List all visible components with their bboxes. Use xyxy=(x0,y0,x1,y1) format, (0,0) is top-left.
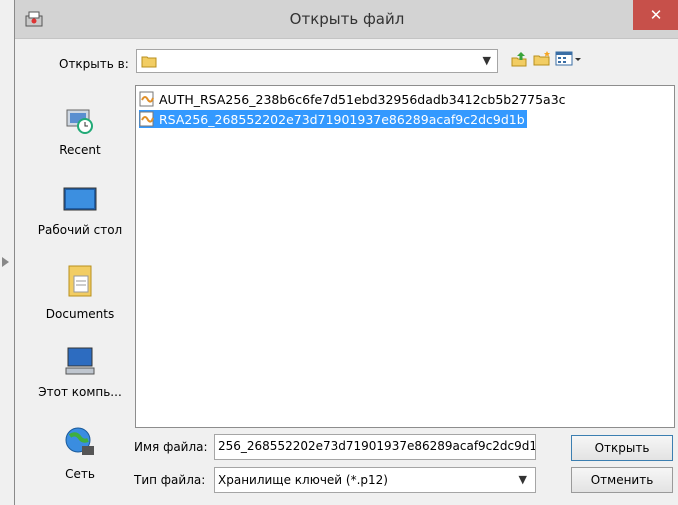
file-list[interactable]: AUTH_RSA256_238b6c6fe7d51ebd32956dadb341… xyxy=(135,85,675,428)
splitter-arrow xyxy=(2,257,9,267)
file-list-item[interactable]: AUTH_RSA256_238b6c6fe7d51ebd32956dadb341… xyxy=(139,90,568,108)
look-in-label: Открыть в: xyxy=(59,57,129,71)
sidebar-item-network[interactable]: Сеть xyxy=(25,424,135,481)
network-icon xyxy=(65,427,94,455)
file-type-value: Хранилище ключей (*.p12) xyxy=(218,473,388,487)
desktop-icon xyxy=(63,187,97,211)
sidebar-item-label: Сеть xyxy=(65,467,95,481)
chevron-down-icon[interactable]: ▼ xyxy=(519,473,527,486)
new-folder-icon[interactable] xyxy=(531,50,553,72)
computer-icon xyxy=(65,347,95,375)
cancel-button[interactable]: Отменить xyxy=(571,467,673,493)
up-arrow-icon xyxy=(511,52,527,67)
certificate-file-icon xyxy=(139,111,154,127)
places-sidebar: Recent Рабочий стол Documents Этот компь… xyxy=(25,82,125,495)
sidebar-item-label: Этот компь... xyxy=(38,385,122,399)
window-title: Открыть файл xyxy=(289,10,405,28)
file-list-item-selected[interactable]: RSA256_268552202e73d71901937e86289acaf9c… xyxy=(139,110,527,128)
file-name: RSA256_268552202e73d71901937e86289acaf9c… xyxy=(159,111,525,127)
view-menu-icon[interactable] xyxy=(554,50,584,72)
certificate-file-icon xyxy=(139,91,154,107)
close-button[interactable]: ✕ xyxy=(633,0,678,30)
sidebar-item-desktop[interactable]: Рабочий стол xyxy=(25,186,135,237)
file-name-input[interactable]: 256_268552202e73d71901937e86289acaf9c2dc… xyxy=(214,434,536,460)
chevron-down-icon[interactable]: ▼ xyxy=(483,54,491,67)
sidebar-item-recent[interactable]: Recent xyxy=(25,102,135,157)
title-bar: Открыть файл ✕ xyxy=(15,0,678,39)
documents-icon xyxy=(68,265,92,297)
file-type-select[interactable]: Хранилище ключей (*.p12) ▼ xyxy=(214,467,536,493)
sidebar-item-label: Рабочий стол xyxy=(37,223,123,237)
folder-star-icon xyxy=(533,51,550,66)
up-folder-icon[interactable] xyxy=(508,50,530,72)
recent-icon xyxy=(66,109,93,134)
folder-icon xyxy=(141,56,157,68)
sidebar-item-label: Documents xyxy=(45,307,115,321)
grid-view-icon xyxy=(555,51,581,66)
sidebar-item-documents[interactable]: Documents xyxy=(25,262,135,321)
sidebar-item-this-pc[interactable]: Этот компь... xyxy=(25,344,135,399)
file-name-label: Имя файла: xyxy=(134,440,208,454)
file-type-label: Тип файла: xyxy=(134,473,206,487)
sidebar-item-label: Recent xyxy=(59,143,101,157)
open-button[interactable]: Открыть xyxy=(571,435,673,461)
file-name: AUTH_RSA256_238b6c6fe7d51ebd32956dadb341… xyxy=(159,91,566,107)
open-file-dialog: Открыть файл ✕ Открыть в: ▼ Recent Рабоч… xyxy=(14,0,678,505)
look-in-combobox[interactable]: ▼ xyxy=(136,49,498,73)
